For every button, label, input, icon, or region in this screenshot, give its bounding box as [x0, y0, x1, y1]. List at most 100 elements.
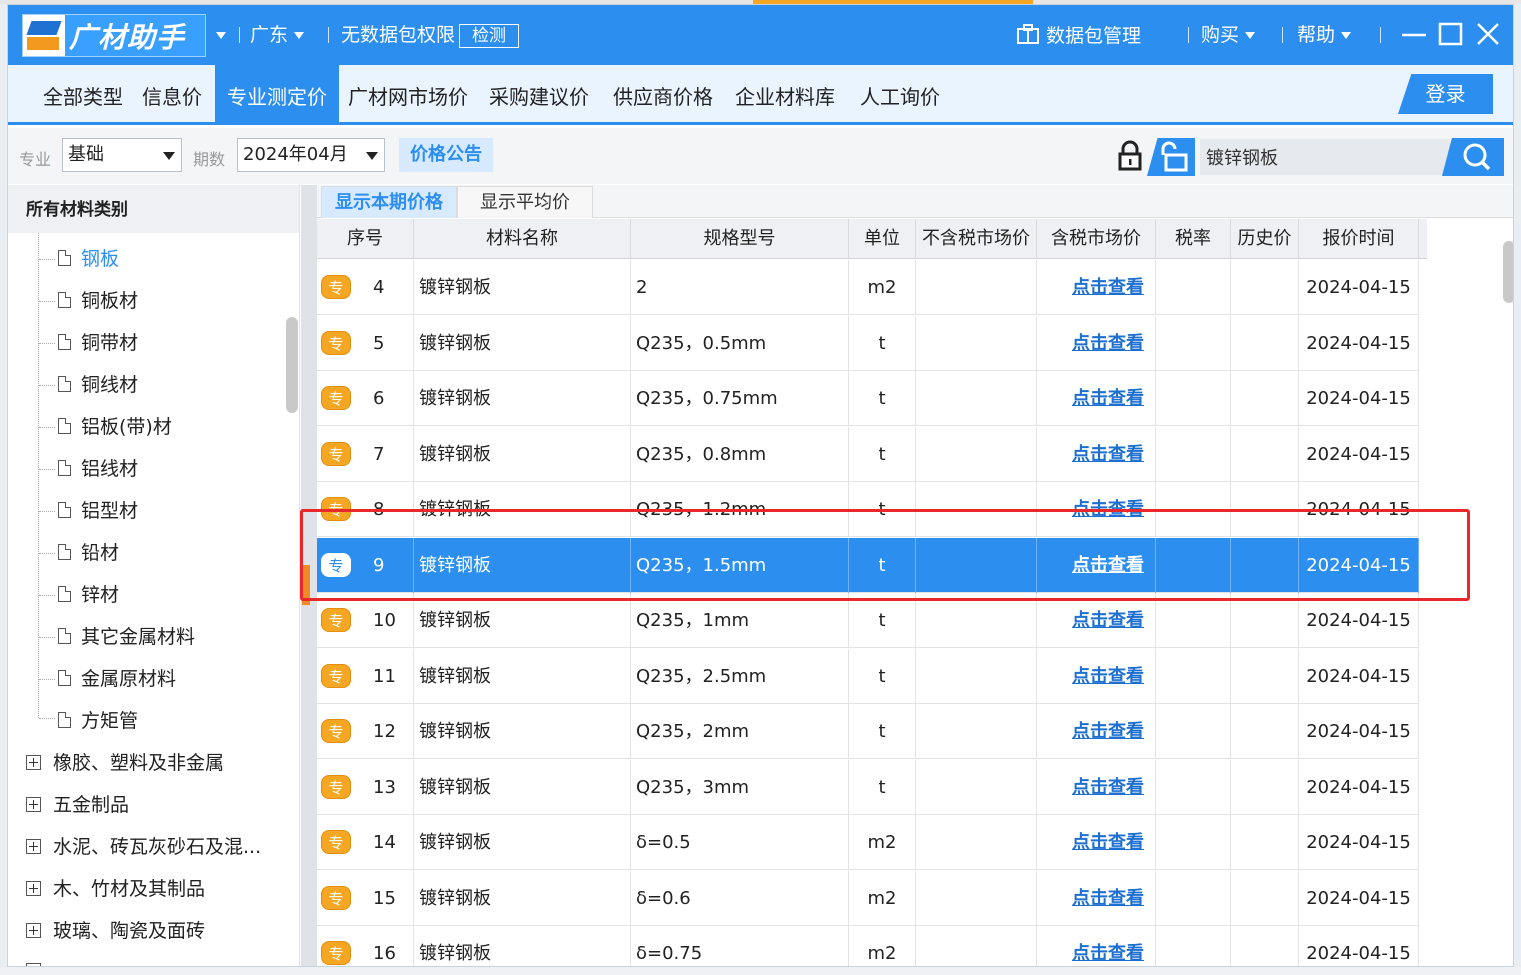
tree-branch: [39, 553, 55, 554]
table-row[interactable]: 专 11 镀锌钢板 Q235，2.5mm t 点击查看 2024-04-15: [317, 648, 1419, 704]
check-button[interactable]: 检测: [459, 24, 519, 48]
help-menu[interactable]: 帮助: [1297, 23, 1352, 47]
view-price-link[interactable]: 点击查看: [1072, 871, 1144, 926]
tree-item[interactable]: 其它金属材料: [58, 623, 195, 651]
view-price-link[interactable]: 点击查看: [1072, 815, 1144, 870]
tree-item[interactable]: 铝线材: [58, 455, 138, 483]
column-header[interactable]: 历史价: [1231, 219, 1299, 259]
view-price-link[interactable]: 点击查看: [1072, 260, 1144, 315]
view-price-link[interactable]: 点击查看: [1072, 760, 1144, 815]
period-select[interactable]: 2024年04月: [237, 138, 385, 172]
close-button[interactable]: [1473, 19, 1503, 49]
tab-purchase-suggest[interactable]: 采购建议价: [484, 65, 594, 125]
view-price-link[interactable]: 点击查看: [1072, 482, 1144, 537]
tree-category[interactable]: 玻璃、陶瓷及面砖: [26, 917, 205, 945]
table-row[interactable]: 专 7 镀锌钢板 Q235，0.8mm t 点击查看 2024-04-15: [317, 426, 1419, 482]
tree-category[interactable]: [26, 957, 53, 966]
region-dropdown[interactable]: 广东: [250, 23, 305, 47]
expand-icon[interactable]: [26, 923, 41, 938]
tree-item[interactable]: 铝型材: [58, 497, 138, 525]
search-button[interactable]: [1442, 138, 1504, 176]
sidebar-header: 所有材料类别: [8, 185, 299, 233]
expand-icon[interactable]: [26, 881, 41, 896]
collapse-arrow-icon[interactable]: [302, 565, 310, 605]
tree-item[interactable]: 金属原材料: [58, 665, 176, 693]
column-header[interactable]: 含税市场价: [1037, 219, 1156, 259]
major-label: 专业: [19, 150, 52, 169]
view-price-link[interactable]: 点击查看: [1072, 371, 1144, 426]
tab-info-price[interactable]: 信息价: [135, 65, 209, 125]
tree-item[interactable]: 铜板材: [58, 287, 138, 315]
column-header[interactable]: 规格型号: [631, 219, 849, 259]
view-price-link[interactable]: 点击查看: [1072, 316, 1144, 371]
column-header[interactable]: 不含税市场价: [916, 219, 1037, 259]
login-button[interactable]: 登录: [1398, 74, 1493, 114]
tab-supplier-price[interactable]: 供应商价格: [608, 65, 718, 125]
table-row[interactable]: 专 16 镀锌钢板 δ=0.75 m2 点击查看 2024-04-15: [317, 926, 1419, 966]
tree-item[interactable]: 铜带材: [58, 329, 138, 357]
table-row[interactable]: 专 14 镀锌钢板 δ=0.5 m2 点击查看 2024-04-15: [317, 815, 1419, 870]
history-price-cell: [1231, 870, 1299, 926]
document-icon: [58, 334, 71, 350]
logo-mark-icon: [23, 15, 65, 56]
expand-icon[interactable]: [26, 839, 41, 854]
tree-item[interactable]: 铜线材: [58, 371, 138, 399]
tree-item[interactable]: 铝板(带)材: [58, 413, 172, 441]
tab-market-price[interactable]: 广材网市场价: [343, 65, 473, 125]
maximize-button[interactable]: [1436, 19, 1466, 49]
tab-professional-price[interactable]: 专业测定价: [215, 65, 339, 125]
table-row[interactable]: 专 15 镀锌钢板 δ=0.6 m2 点击查看 2024-04-15: [317, 870, 1419, 926]
sidebar-scrollbar[interactable]: [286, 317, 298, 413]
table-row[interactable]: 专 8 镀锌钢板 Q235，1.2mm t 点击查看 2024-04-15: [317, 482, 1419, 537]
column-header[interactable]: 税率: [1156, 219, 1231, 259]
tree-item[interactable]: 方矩管: [58, 707, 138, 735]
table-row[interactable]: 专 9 镀锌钢板 Q235，1.5mm t 点击查看 2024-04-15: [317, 537, 1419, 593]
tree-item-steel-plate[interactable]: 钢板: [58, 245, 119, 273]
price-notice-button[interactable]: 价格公告: [399, 138, 493, 172]
view-price-link[interactable]: 点击查看: [1072, 649, 1144, 704]
view-price-link[interactable]: 点击查看: [1072, 538, 1144, 593]
column-header[interactable]: 序号: [317, 219, 414, 259]
tab-labor-inquiry[interactable]: 人工询价: [855, 65, 945, 125]
column-header[interactable]: 材料名称: [414, 219, 631, 259]
minimize-button[interactable]: [1399, 19, 1429, 49]
tab-current-period-price[interactable]: 显示本期价格: [321, 186, 457, 218]
panel-splitter[interactable]: [301, 185, 317, 966]
view-price-link[interactable]: 点击查看: [1072, 704, 1144, 759]
tree-category[interactable]: 水泥、砖瓦灰砂石及混...: [26, 833, 261, 861]
price-incl-tax-cell: 点击查看: [1037, 704, 1156, 759]
tab-average-price[interactable]: 显示平均价: [457, 186, 593, 218]
table-row[interactable]: 专 6 镀锌钢板 Q235，0.75mm t 点击查看 2024-04-15: [317, 371, 1419, 426]
price-excl-tax-cell: [916, 593, 1037, 648]
lock-button[interactable]: [1114, 139, 1146, 173]
spec-cell-text: Q235，2mm: [636, 721, 750, 742]
tree-category[interactable]: 橡胶、塑料及非金属: [26, 749, 224, 777]
package-management-button[interactable]: 数据包管理: [1016, 23, 1141, 47]
view-price-link[interactable]: 点击查看: [1072, 593, 1144, 648]
tree-item[interactable]: 铅材: [58, 539, 119, 567]
expand-icon[interactable]: [26, 755, 41, 770]
tree-item[interactable]: 锌材: [58, 581, 119, 609]
logo-menu-dropdown[interactable]: [216, 23, 226, 47]
tree-category[interactable]: 木、竹材及其制品: [26, 875, 205, 903]
view-price-link[interactable]: 点击查看: [1072, 427, 1144, 482]
tab-all-types[interactable]: 全部类型: [24, 65, 142, 125]
row-number: 16: [373, 943, 396, 964]
column-header[interactable]: 报价时间: [1299, 219, 1419, 259]
column-header[interactable]: 单位: [849, 219, 916, 259]
table-row[interactable]: 专 13 镀锌钢板 Q235，3mm t 点击查看 2024-04-15: [317, 759, 1419, 815]
unlock-button[interactable]: [1147, 138, 1195, 176]
view-price-link[interactable]: 点击查看: [1072, 926, 1144, 966]
table-row[interactable]: 专 5 镀锌钢板 Q235，0.5mm t 点击查看 2024-04-15: [317, 315, 1419, 371]
table-row[interactable]: 专 12 镀锌钢板 Q235，2mm t 点击查看 2024-04-15: [317, 704, 1419, 759]
tree-category[interactable]: 五金制品: [26, 791, 129, 819]
tab-enterprise-library[interactable]: 企业材料库: [730, 65, 840, 125]
major-select[interactable]: 基础: [62, 138, 182, 172]
search-input[interactable]: [1200, 139, 1450, 175]
table-row[interactable]: 专 10 镀锌钢板 Q235，1mm t 点击查看 2024-04-15: [317, 593, 1419, 648]
buy-menu[interactable]: 购买: [1201, 23, 1256, 47]
expand-icon[interactable]: [26, 797, 41, 812]
table-row[interactable]: 专 4 镀锌钢板 2 m2 点击查看 2024-04-15: [317, 260, 1419, 315]
price-excl-tax-cell: [916, 870, 1037, 926]
table-scrollbar[interactable]: [1503, 241, 1513, 303]
